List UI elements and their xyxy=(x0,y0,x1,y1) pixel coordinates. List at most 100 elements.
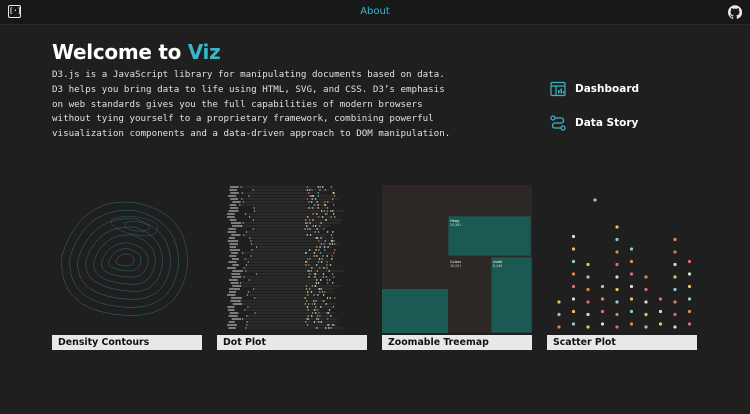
dot-point xyxy=(246,315,248,317)
dot-point xyxy=(326,261,328,263)
dot-row-label xyxy=(227,324,238,326)
dot-point xyxy=(326,312,328,314)
dot-point xyxy=(306,324,309,326)
card-dot-plot[interactable]: Dot Plot xyxy=(217,185,367,350)
dot-point xyxy=(304,297,306,299)
dot-point xyxy=(307,315,309,317)
dot-point xyxy=(253,207,255,209)
dot-point xyxy=(330,240,333,242)
dot-row-label xyxy=(229,189,237,191)
card-zoomable-treemap[interactable]: Heap 10,561 Colors 10,001 math 6,446 Zoo… xyxy=(382,185,532,350)
dot-point xyxy=(311,303,314,305)
scatter-point xyxy=(629,247,634,251)
dot-point xyxy=(315,312,317,314)
dot-point xyxy=(309,234,312,236)
dot-point xyxy=(330,234,333,236)
dot-row-label xyxy=(231,234,241,236)
data-story-link[interactable]: Data Story xyxy=(550,114,638,132)
scatter-point xyxy=(571,322,576,326)
dot-point xyxy=(241,192,243,194)
dot-point xyxy=(315,327,318,329)
dot-point xyxy=(334,297,336,299)
dot-row-label xyxy=(229,243,238,245)
dot-point xyxy=(324,213,327,215)
dot-point xyxy=(322,255,324,257)
about-link[interactable]: About xyxy=(360,6,390,17)
dot-point xyxy=(308,219,311,221)
scatter-point xyxy=(673,325,677,329)
dot-point xyxy=(317,192,320,194)
dot-point xyxy=(242,318,244,320)
dot-point xyxy=(318,258,321,260)
dot-point xyxy=(317,207,319,209)
card-density-contours[interactable]: Density Contours xyxy=(52,185,202,350)
dot-point xyxy=(320,261,323,263)
dot-point xyxy=(329,297,332,299)
dot-point xyxy=(323,300,325,302)
dot-point xyxy=(315,249,317,251)
dot-point xyxy=(318,312,320,314)
title-prefix: Welcome to xyxy=(52,40,188,64)
dot-point xyxy=(332,198,334,200)
dot-point xyxy=(239,285,242,287)
dot-point xyxy=(332,282,334,284)
dot-point xyxy=(248,195,250,197)
scatter-point xyxy=(615,312,619,317)
card-scatter-plot[interactable]: Scatter Plot xyxy=(547,185,697,350)
dot-point xyxy=(325,327,327,329)
dot-point xyxy=(252,228,254,230)
dot-point xyxy=(306,198,309,200)
dot-point xyxy=(239,282,242,284)
dot-point xyxy=(245,264,247,266)
dot-point xyxy=(330,327,332,329)
dot-point xyxy=(320,306,322,308)
dot-row-label xyxy=(227,294,236,296)
dot-point xyxy=(240,303,243,305)
dot-point xyxy=(331,273,334,275)
page-title: Welcome to Viz xyxy=(52,40,221,64)
dot-point xyxy=(326,210,329,212)
dot-point xyxy=(320,279,322,281)
dot-point xyxy=(330,216,332,218)
scatter-point xyxy=(615,300,619,304)
dot-point xyxy=(307,303,310,305)
dot-point xyxy=(315,237,318,239)
dashboard-link[interactable]: Dashboard xyxy=(550,80,639,98)
dot-point xyxy=(316,246,318,248)
dot-point xyxy=(308,276,310,278)
dot-point xyxy=(321,258,323,260)
dot-point xyxy=(333,240,335,242)
dot-point xyxy=(247,291,249,293)
nav-bar: About xyxy=(0,6,750,17)
dot-point xyxy=(319,246,321,248)
dot-point xyxy=(317,216,320,218)
dot-point xyxy=(330,186,333,188)
dot-row-label xyxy=(227,309,235,311)
dot-point xyxy=(309,273,311,275)
scatter-point xyxy=(615,262,619,267)
dot-point xyxy=(328,309,331,311)
dot-row-label xyxy=(231,252,238,254)
scatter-point xyxy=(586,275,590,279)
scatter-point xyxy=(571,259,576,264)
zoomable-treemap-thumbnail: Heap 10,561 Colors 10,001 math 6,446 xyxy=(382,185,532,333)
dot-point xyxy=(332,210,334,212)
dot-point xyxy=(310,270,313,272)
dot-point xyxy=(255,273,257,275)
dot-point xyxy=(316,264,318,266)
dot-point xyxy=(313,252,316,254)
dot-point xyxy=(254,297,256,299)
dot-point xyxy=(244,213,247,215)
dot-point xyxy=(331,258,333,260)
dot-row-label xyxy=(232,303,242,305)
dot-point xyxy=(323,201,326,203)
dot-point xyxy=(239,204,241,206)
dot-point xyxy=(315,282,318,284)
dot-point xyxy=(326,207,328,209)
dot-point xyxy=(320,210,323,212)
dot-row-label xyxy=(229,219,237,221)
dot-point xyxy=(307,291,309,293)
dot-point xyxy=(320,321,323,323)
github-icon[interactable] xyxy=(728,5,742,19)
dot-point xyxy=(238,300,240,302)
